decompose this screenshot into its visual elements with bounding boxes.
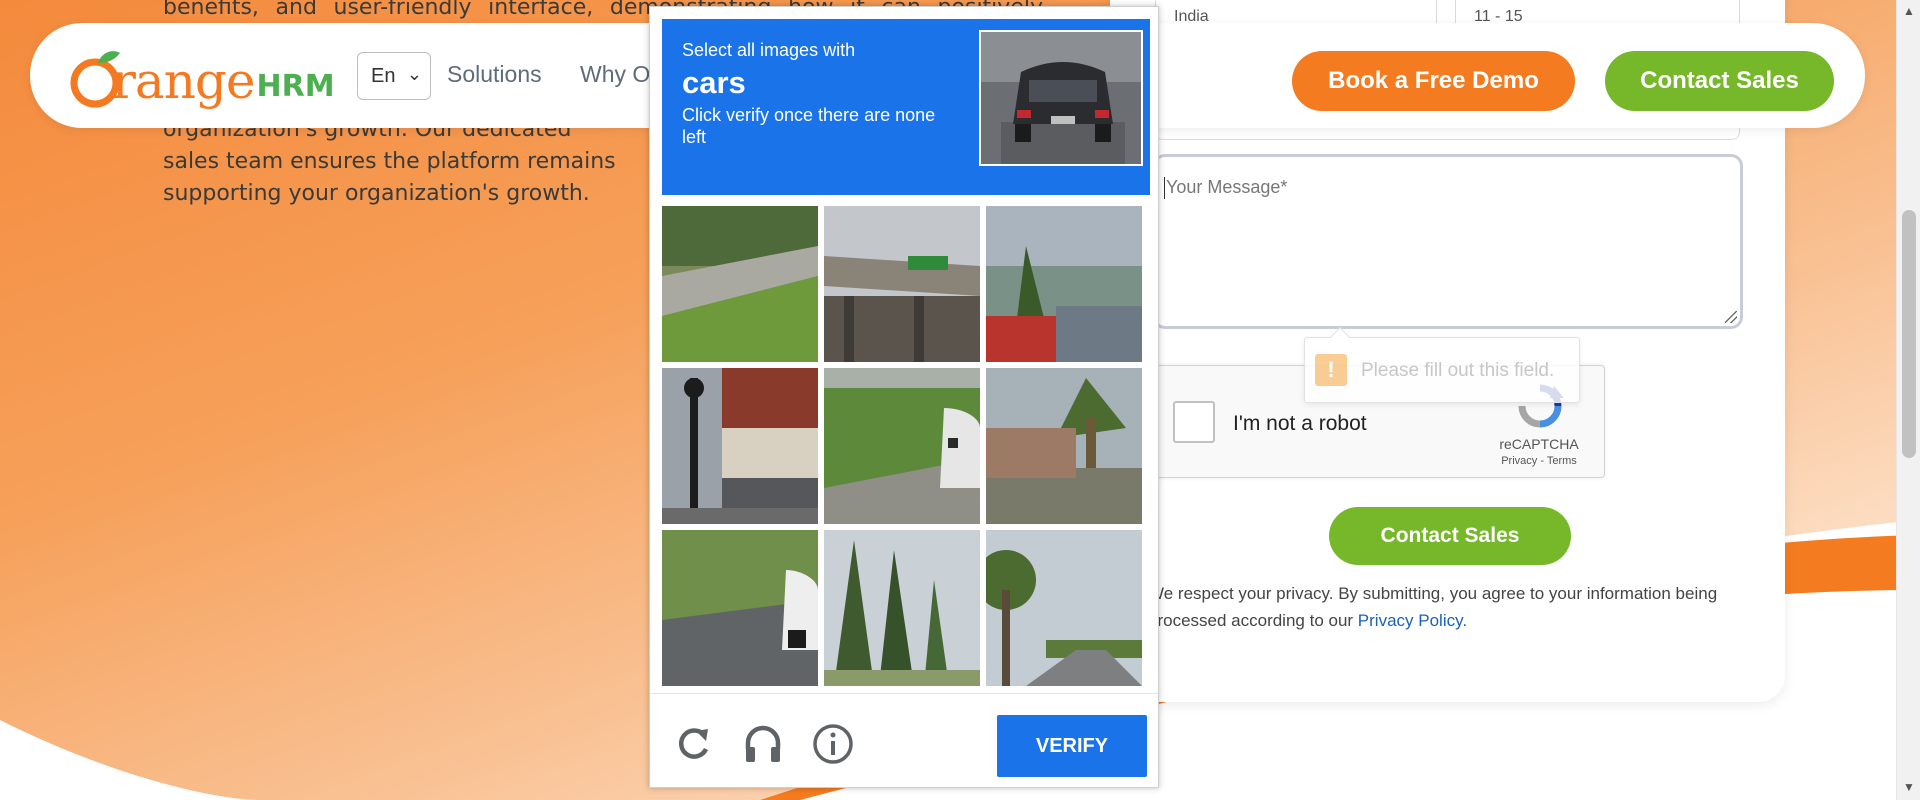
- challenge-sample-image: [979, 30, 1143, 166]
- recaptcha-privacy-terms-link[interactable]: Privacy - Terms: [1474, 455, 1604, 467]
- page-scrollbar[interactable]: ▲ ▼: [1896, 0, 1920, 800]
- challenge-target-word: cars: [682, 65, 746, 100]
- chevron-down-icon: ⌄: [406, 64, 422, 84]
- challenge-image-grid: [662, 206, 1150, 688]
- scrollbar-thumb[interactable]: [1902, 210, 1916, 458]
- logo-wordmark: range: [112, 52, 256, 110]
- contact-sales-submit-button[interactable]: Contact Sales: [1329, 507, 1571, 565]
- nav-solutions[interactable]: Solutions: [447, 61, 542, 88]
- text-caret: [1164, 177, 1165, 199]
- image-tile-3[interactable]: [986, 206, 1142, 362]
- recaptcha-label: I'm not a robot: [1233, 412, 1367, 435]
- scroll-up-arrow-icon[interactable]: ▲: [1903, 4, 1915, 18]
- challenge-subtext: Click verify once there are none left: [682, 105, 936, 147]
- book-free-demo-button[interactable]: Book a Free Demo: [1292, 51, 1575, 111]
- verify-button[interactable]: VERIFY: [997, 715, 1147, 777]
- challenge-header: Select all images with cars Click verify…: [662, 19, 1150, 195]
- message-placeholder: Your Message*: [1166, 177, 1288, 197]
- image-tile-4[interactable]: [662, 368, 818, 524]
- privacy-notice: We respect your privacy. By submitting, …: [1148, 580, 1748, 634]
- contact-sales-button[interactable]: Contact Sales: [1605, 51, 1834, 111]
- language-select[interactable]: En ⌄: [357, 52, 431, 100]
- validation-tooltip: ! Please fill out this field.: [1304, 327, 1580, 403]
- info-icon[interactable]: [812, 723, 854, 765]
- recaptcha-brand: reCAPTCHA: [1499, 436, 1579, 452]
- warning-icon: !: [1315, 354, 1347, 386]
- image-tile-8[interactable]: [824, 530, 980, 686]
- challenge-footer: VERIFY: [650, 693, 1158, 787]
- scroll-down-arrow-icon[interactable]: ▼: [1903, 780, 1915, 794]
- validation-message: Please fill out this field.: [1361, 360, 1555, 381]
- resize-handle[interactable]: [1725, 311, 1737, 323]
- image-tile-9[interactable]: [986, 530, 1142, 686]
- image-tile-5[interactable]: [824, 368, 980, 524]
- orange-fruit-icon: [70, 51, 120, 108]
- nav-why-orangehrm[interactable]: Why O: [580, 61, 650, 88]
- image-tile-7[interactable]: [662, 530, 818, 686]
- orangehrm-logo[interactable]: range HRM: [68, 43, 335, 113]
- challenge-instruction: Select all images with: [682, 40, 856, 60]
- recaptcha-checkbox[interactable]: [1173, 401, 1215, 443]
- image-tile-6[interactable]: [986, 368, 1142, 524]
- image-tile-1[interactable]: [662, 206, 818, 362]
- headphones-icon[interactable]: [742, 723, 784, 765]
- recaptcha-challenge-popup: Select all images with cars Click verify…: [649, 6, 1159, 788]
- privacy-policy-link[interactable]: Privacy Policy.: [1358, 611, 1467, 630]
- language-select-value: En: [371, 64, 396, 87]
- logo-hrm: HRM: [256, 68, 335, 104]
- reload-icon[interactable]: [672, 723, 714, 765]
- message-textarea[interactable]: Your Message*: [1153, 154, 1743, 329]
- image-tile-2[interactable]: [824, 206, 980, 362]
